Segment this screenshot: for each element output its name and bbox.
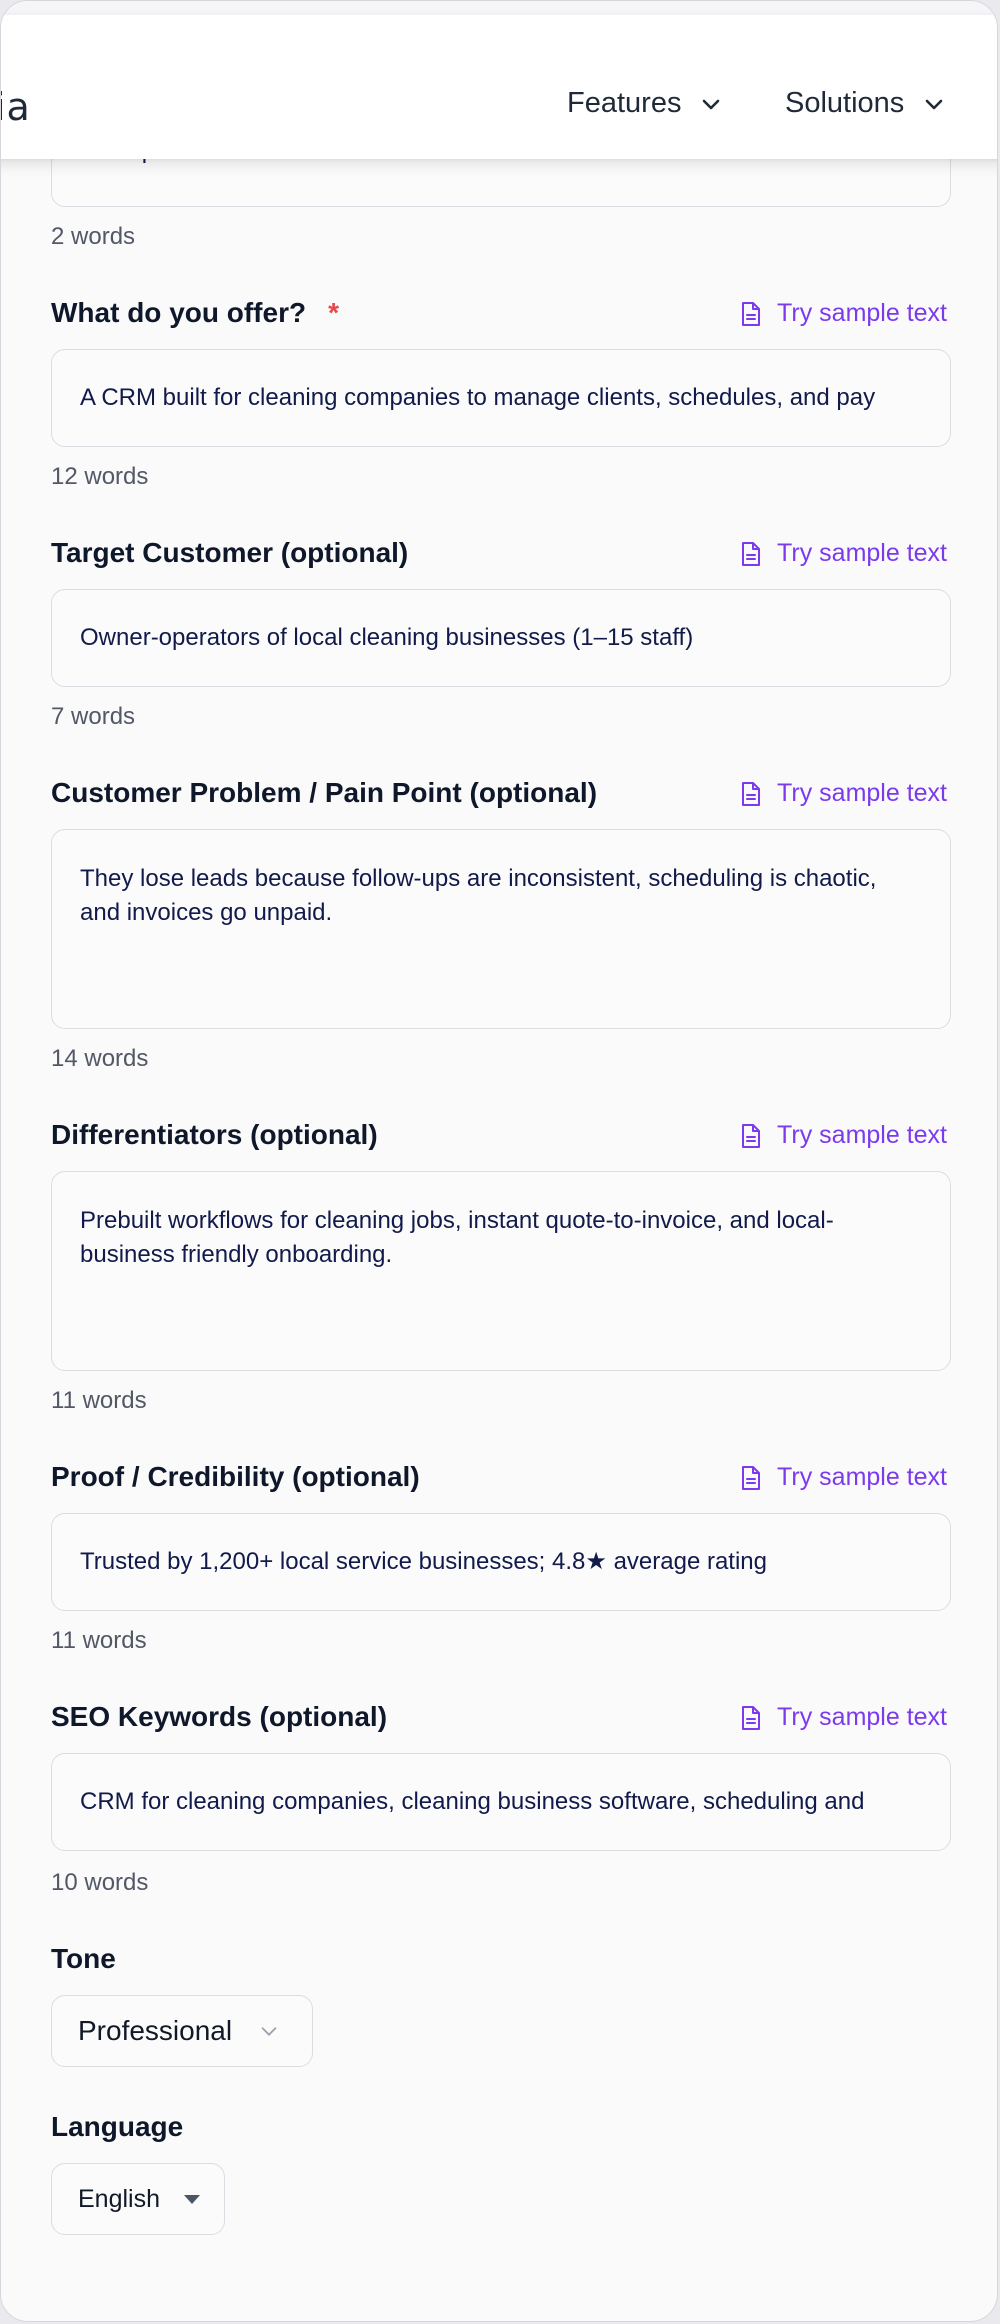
- offer-value: A CRM built for cleaning companies to ma…: [80, 384, 876, 411]
- tone-label: Tone: [51, 1943, 116, 1974]
- nav-features-label: Features: [567, 87, 682, 119]
- document-icon: [742, 1705, 761, 1730]
- app-frame: ia Features Solutions TrailSpark CRM 2 w…: [0, 0, 998, 2322]
- offer-try-sample-button[interactable]: Try sample text: [739, 299, 947, 328]
- try-sample-label: Try sample text: [777, 779, 947, 807]
- customer-problem-label: Customer Problem / Pain Point (optional): [51, 777, 598, 808]
- try-sample-label: Try sample text: [777, 1463, 947, 1491]
- offer-label: What do you offer? *: [51, 297, 339, 328]
- try-sample-label: Try sample text: [777, 539, 947, 567]
- caret-down-icon: [184, 2195, 200, 2204]
- target-customer-label: Target Customer (optional): [51, 537, 409, 568]
- customer-problem-value: They lose leads because follow-ups are i…: [80, 865, 877, 926]
- customer-problem-textarea[interactable]: They lose leads because follow-ups are i…: [51, 829, 951, 1029]
- language-label: Language: [51, 2111, 184, 2142]
- differentiators-value: Prebuilt workflows for cleaning jobs, in…: [80, 1207, 834, 1268]
- offer-input[interactable]: A CRM built for cleaning companies to ma…: [51, 349, 951, 447]
- top-navbar: ia Features Solutions: [1, 15, 997, 159]
- differentiators-word-count: 11 words: [51, 1387, 147, 1414]
- document-icon: [742, 781, 761, 806]
- seo-try-sample-button[interactable]: Try sample text: [739, 1703, 947, 1732]
- tone-selected-value: Professional: [78, 2015, 233, 2046]
- document-icon: [742, 1465, 761, 1490]
- brand-logo-text[interactable]: ia: [1, 85, 31, 129]
- problem-word-count: 14 words: [51, 1045, 149, 1072]
- try-sample-label: Try sample text: [777, 1121, 947, 1149]
- differentiators-textarea[interactable]: Prebuilt workflows for cleaning jobs, in…: [51, 1171, 951, 1371]
- problem-try-sample-button[interactable]: Try sample text: [739, 779, 947, 808]
- document-icon: [742, 1123, 761, 1148]
- required-mark: *: [328, 297, 339, 328]
- target-customer-input[interactable]: Owner-operators of local cleaning busine…: [51, 589, 951, 687]
- proof-try-sample-button[interactable]: Try sample text: [739, 1463, 947, 1492]
- offer-word-count: 12 words: [51, 463, 149, 490]
- nav-solutions-label: Solutions: [785, 87, 905, 119]
- tone-select[interactable]: Professional: [51, 1995, 313, 2067]
- document-icon: [742, 541, 761, 566]
- seo-word-count: 10 words: [51, 1869, 149, 1896]
- target-customer-value: Owner-operators of local cleaning busine…: [80, 624, 694, 651]
- try-sample-label: Try sample text: [777, 299, 947, 327]
- differentiators-label: Differentiators (optional): [51, 1119, 378, 1150]
- document-icon: [742, 301, 761, 326]
- seo-keywords-value: CRM for cleaning companies, cleaning bus…: [80, 1788, 865, 1815]
- proof-input[interactable]: Trusted by 1,200+ local service business…: [51, 1513, 951, 1611]
- seo-keywords-label: SEO Keywords (optional): [51, 1701, 388, 1732]
- product-name-word-count: 2 words: [51, 223, 136, 250]
- seo-keywords-input[interactable]: CRM for cleaning companies, cleaning bus…: [51, 1753, 951, 1851]
- chevron-down-icon: [703, 99, 720, 109]
- target-try-sample-button[interactable]: Try sample text: [739, 539, 947, 568]
- nav-solutions[interactable]: Solutions: [785, 87, 946, 120]
- proof-value: Trusted by 1,200+ local service business…: [80, 1548, 767, 1575]
- differentiators-try-sample-button[interactable]: Try sample text: [739, 1121, 947, 1150]
- language-select[interactable]: English: [51, 2163, 225, 2235]
- nav-features[interactable]: Features: [567, 87, 723, 120]
- language-selected-value: English: [78, 2184, 160, 2213]
- proof-word-count: 11 words: [51, 1627, 147, 1654]
- chevron-down-icon: [926, 99, 943, 109]
- chevron-down-icon: [261, 2027, 277, 2036]
- proof-label: Proof / Credibility (optional): [51, 1461, 420, 1492]
- try-sample-label: Try sample text: [777, 1703, 947, 1731]
- target-word-count: 7 words: [51, 703, 136, 730]
